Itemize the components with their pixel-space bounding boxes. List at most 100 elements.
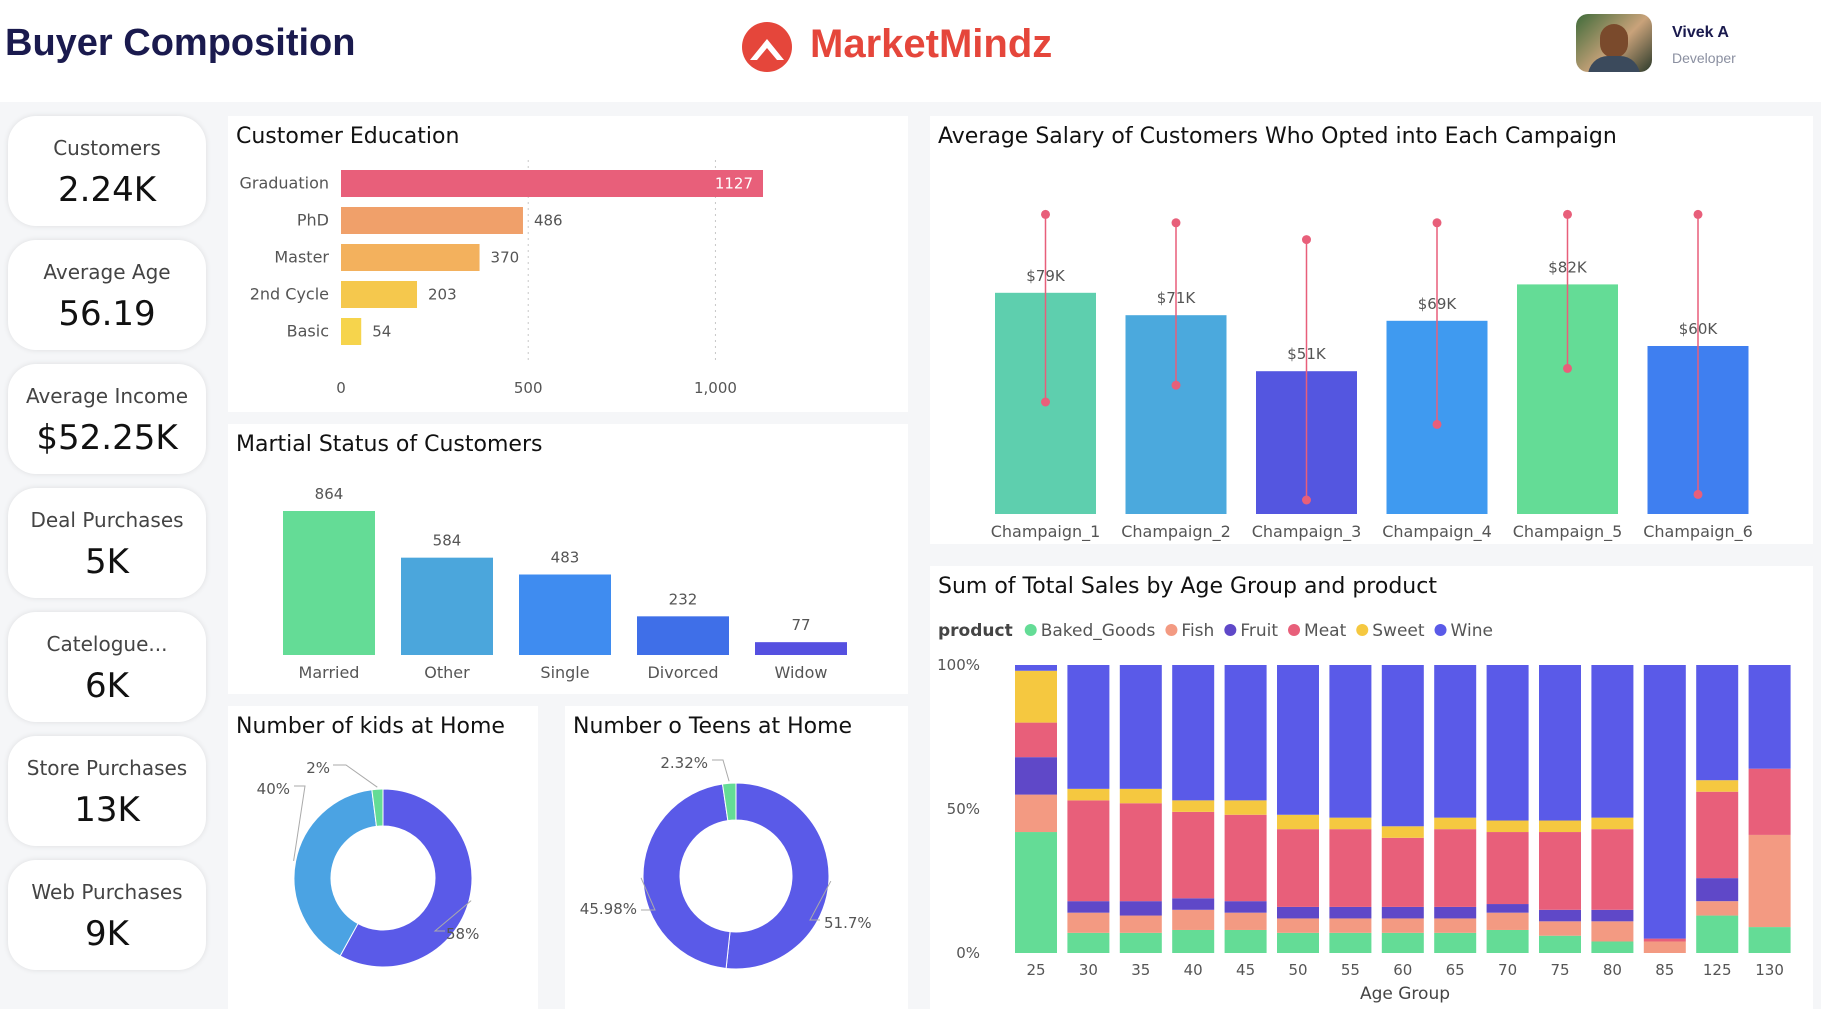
- bar: [341, 281, 418, 308]
- sales-chart-panel[interactable]: Sum of Total Sales by Age Group and prod…: [930, 566, 1813, 1009]
- kpi-card-catalogue-purchases[interactable]: Catelogue... 6K: [8, 612, 206, 722]
- stack-segment: [1696, 791, 1739, 879]
- salary-chart-panel[interactable]: Average Salary of Customers Who Opted in…: [930, 116, 1813, 544]
- kpi-card-web-purchases[interactable]: Web Purchases 9K: [8, 860, 206, 970]
- teens-chart-panel[interactable]: Number o Teens at Home 51.7% 45.98% 2.32%: [565, 706, 908, 1009]
- data-label: 370: [491, 249, 520, 267]
- kpi-card-average-age[interactable]: Average Age 56.19: [8, 240, 206, 350]
- stack-segment: [1067, 932, 1110, 953]
- chart-title: Number o Teens at Home: [573, 714, 853, 739]
- legend-title: product: [938, 621, 1013, 641]
- x-tick-label: 125: [1703, 961, 1732, 979]
- slice-label: 51.7%: [824, 914, 872, 932]
- data-label: 77: [791, 616, 810, 634]
- stack-segment: [1224, 912, 1267, 930]
- error-bar-cap: [1041, 209, 1050, 219]
- legend-item: Sweet: [1372, 621, 1425, 641]
- campaign-salary-bar-chart[interactable]: $79KChampaign_1$71KChampaign_2$51KChampa…: [930, 116, 1813, 544]
- stack-segment: [1224, 665, 1267, 801]
- chart-title: Average Salary of Customers Who Opted in…: [938, 124, 1617, 149]
- kpi-card-customers[interactable]: Customers 2.24K: [8, 116, 206, 226]
- stack-segment: [1329, 665, 1372, 818]
- stack-segment: [1329, 932, 1372, 953]
- x-tick-label: 45: [1236, 961, 1255, 979]
- stack-segment: [1696, 665, 1739, 781]
- stack-segment: [1434, 817, 1477, 830]
- category-label: Widow: [775, 663, 828, 682]
- marital-status-bar-chart[interactable]: 864 Married 584 Other 483 Single 232 Divorced 77…: [228, 424, 908, 694]
- stack-segment: [1381, 826, 1424, 838]
- stack-segment: [1015, 665, 1057, 671]
- education-bar-chart[interactable]: 0 500 1,000 Graduation 1127 PhD 486 Master 370 2n…: [228, 116, 908, 412]
- bar: [341, 170, 763, 197]
- legend-swatch: [1165, 624, 1178, 636]
- kpi-card-deal-purchases[interactable]: Deal Purchases 5K: [8, 488, 206, 598]
- teens-donut-chart[interactable]: 51.7% 45.98% 2.32%: [565, 706, 908, 1009]
- stack-segment: [1172, 929, 1215, 953]
- avatar[interactable]: [1576, 14, 1652, 72]
- stack-segment: [1643, 665, 1686, 939]
- stack-segment: [1119, 803, 1162, 902]
- stack-segment: [1172, 811, 1215, 899]
- kpi-label: Deal Purchases: [30, 508, 184, 532]
- stack-segment: [1591, 909, 1634, 922]
- stack-segment: [1277, 932, 1319, 953]
- stack-segment: [1277, 918, 1319, 933]
- stack-segment: [1486, 665, 1529, 821]
- chart-title: Martial Status of Customers: [236, 432, 543, 457]
- stack-segment: [1748, 834, 1791, 928]
- category-label: Divorced: [647, 663, 718, 682]
- stack-segment: [1119, 788, 1162, 804]
- stack-segment: [1224, 800, 1267, 815]
- kids-chart-panel[interactable]: Number of kids at Home 58% 40% 2%: [228, 706, 538, 1009]
- kpi-card-store-purchases[interactable]: Store Purchases 13K: [8, 736, 206, 846]
- kpi-value: 56.19: [58, 294, 156, 334]
- stack-segment: [1224, 901, 1267, 913]
- x-tick-label: 75: [1550, 961, 1569, 979]
- legend-swatch: [1024, 624, 1037, 636]
- stack-segment: [1381, 906, 1424, 919]
- x-tick-label: 50: [1288, 961, 1307, 979]
- slice-label: 45.98%: [580, 900, 637, 918]
- chart-title: Customer Education: [236, 124, 460, 149]
- kpi-value: $52.25K: [36, 418, 178, 458]
- kpi-label: Web Purchases: [31, 880, 183, 904]
- stack-segment: [1329, 906, 1372, 919]
- stack-segment: [1381, 665, 1424, 827]
- stack-segment: [1539, 909, 1581, 922]
- kpi-value: 2.24K: [58, 170, 156, 210]
- kpi-label: Average Age: [43, 260, 171, 284]
- x-axis-label: Age Group: [1360, 984, 1450, 1004]
- stack-segment: [1486, 820, 1529, 833]
- category-label: Champaign_1: [991, 522, 1101, 542]
- education-chart-panel[interactable]: Customer Education 0 500 1,000 Graduation 11…: [228, 116, 908, 412]
- stack-segment: [1119, 932, 1162, 953]
- stack-segment: [1277, 665, 1319, 815]
- kids-donut-chart[interactable]: 58% 40% 2%: [228, 706, 538, 1009]
- bar: [341, 207, 523, 234]
- kpi-card-average-income[interactable]: Average Income $52.25K: [8, 364, 206, 474]
- marital-chart-panel[interactable]: Martial Status of Customers 864 Married 58…: [228, 424, 908, 694]
- donut-slice: [725, 782, 830, 970]
- x-tick-label: 55: [1341, 961, 1360, 979]
- data-label: 232: [669, 590, 698, 608]
- stack-segment: [1486, 904, 1529, 913]
- error-bar-cap: [1432, 419, 1442, 429]
- legend-item: Wine: [1451, 621, 1493, 641]
- category-label: Champaign_4: [1382, 522, 1492, 542]
- stack-segment: [1591, 921, 1634, 942]
- data-label: 584: [433, 532, 462, 550]
- legend-item: Fish: [1181, 621, 1214, 641]
- data-label: 1127: [715, 175, 753, 193]
- x-tick-label: 500: [514, 379, 543, 397]
- chart-title: Sum of Total Sales by Age Group and prod…: [938, 574, 1437, 599]
- category-label: Champaign_5: [1513, 522, 1623, 542]
- stack-segment: [1696, 780, 1739, 792]
- x-tick-label: 85: [1655, 961, 1674, 979]
- stack-segment: [1067, 901, 1110, 913]
- stack-segment: [1067, 788, 1110, 801]
- leader-line: [333, 764, 378, 788]
- stack-segment: [1434, 829, 1477, 907]
- stack-segment: [1119, 665, 1162, 789]
- sales-stacked-bar-chart[interactable]: product Baked_Goods Fish Fruit Meat Sweet Wine…: [930, 566, 1813, 1009]
